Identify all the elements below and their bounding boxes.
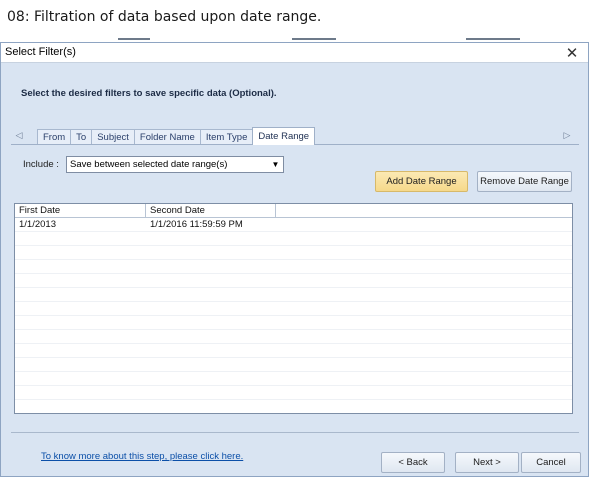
tab-scroll-left-icon[interactable]: ◁ [13,130,25,142]
column-first-date[interactable]: First Date [15,204,146,218]
tab-item-type[interactable]: Item Type [199,129,254,145]
tab-scroll-right-icon[interactable]: ▷ [561,130,573,142]
tab-to[interactable]: To [70,129,93,145]
include-label: Include : [23,159,59,170]
include-select[interactable]: Save between selected date range(s) ▼ [66,156,284,173]
chevron-down-icon[interactable]: ▼ [269,158,282,171]
add-date-range-button[interactable]: Add Date Range [375,171,468,192]
tab-subject[interactable]: Subject [91,129,135,145]
cell-second-date: 1/1/2016 11:59:59 PM [150,219,243,230]
back-button[interactable]: < Back [381,452,445,473]
page-caption: 08: Filtration of data based upon date r… [7,9,322,25]
filter-tabstrip: From To Subject Folder Name Item Type Da… [37,127,316,145]
cancel-button[interactable]: Cancel [521,452,581,473]
help-link[interactable]: To know more about this step, please cli… [41,451,243,462]
grid-body [15,218,572,413]
grid-header: First Date Second Date [15,204,572,218]
footer-divider [11,432,579,433]
select-filters-dialog: Select Filter(s) ✕ Select the desired fi… [0,42,589,477]
column-empty [276,204,572,218]
instruction-text: Select the desired filters to save speci… [21,88,277,99]
tab-date-range[interactable]: Date Range [252,127,316,145]
dialog-title: Select Filter(s) [5,46,76,58]
next-button[interactable]: Next > [455,452,519,473]
tab-from[interactable]: From [37,129,72,145]
table-row[interactable]: 1/1/2013 1/1/2016 11:59:59 PM [15,218,572,232]
column-second-date[interactable]: Second Date [146,204,276,218]
tab-folder-name[interactable]: Folder Name [133,129,201,145]
cell-first-date: 1/1/2013 [19,219,56,230]
include-selected-value: Save between selected date range(s) [70,159,228,170]
date-range-grid: First Date Second Date 1/1/2013 1/1/2016… [14,203,573,414]
remove-date-range-button[interactable]: Remove Date Range [477,171,572,192]
close-icon[interactable]: ✕ [564,43,580,63]
dialog-titlebar: Select Filter(s) ✕ [1,43,588,63]
